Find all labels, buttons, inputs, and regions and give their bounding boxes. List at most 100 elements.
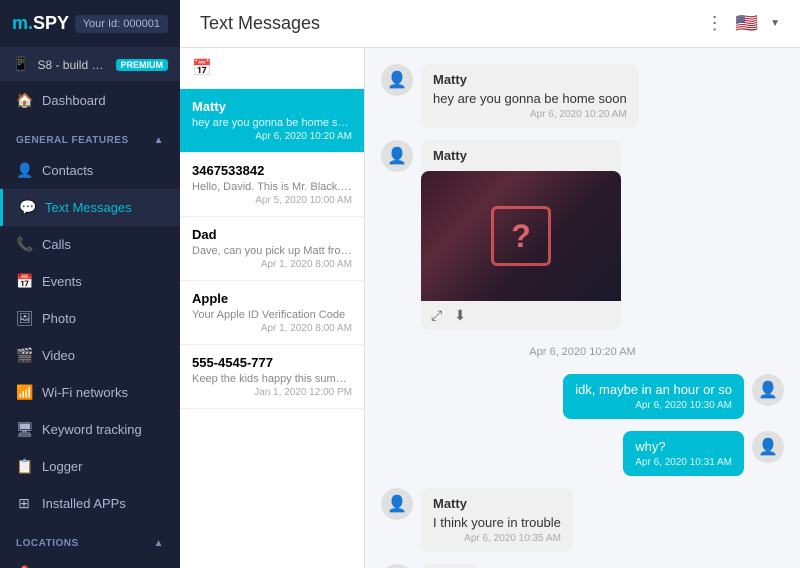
- bubble-container: Matty I think youre in trouble Apr 6, 20…: [421, 488, 573, 552]
- calendar-bar: 📅: [180, 48, 364, 89]
- avatar: 👤: [381, 140, 413, 172]
- bubble-container: idk, maybe in an hour or so Apr 6, 2020 …: [563, 374, 744, 419]
- logo-text: m.SPY: [12, 13, 69, 34]
- conv-preview: Dave, can you pick up Matt from schoo...: [192, 245, 352, 257]
- section-general-features: GENERAL FEATURES ▲: [0, 125, 180, 152]
- dashboard-icon: 🏠: [16, 92, 32, 109]
- content-area: 📅 Matty hey are you gonna be home soon A…: [180, 48, 800, 568]
- device-label: S8 - build 13 - 5...: [37, 58, 107, 72]
- bubble-time: Apr 6, 2020 10:35 AM: [433, 533, 561, 544]
- image-placeholder: ?: [421, 171, 621, 301]
- message-bubble: Matty I think youre in trouble Apr 6, 20…: [421, 488, 573, 552]
- message-list: 📅 Matty hey are you gonna be home soon A…: [180, 48, 365, 568]
- bubble-container: Matty hey are you gonna be home soon Apr…: [421, 64, 639, 128]
- bubble-sender: Matty: [433, 72, 627, 87]
- bubble-time: Apr 6, 2020 10:30 AM: [575, 400, 732, 411]
- sidebar-item-video[interactable]: 🎬 Video: [0, 337, 180, 374]
- conversation-item-dad[interactable]: Dad Dave, can you pick up Matt from scho…: [180, 217, 364, 281]
- device-bar: 📱 S8 - build 13 - 5... PREMIUM: [0, 48, 180, 82]
- chat-message-received-2: 👤 Matty ? ⤢ ⬇: [381, 140, 621, 330]
- conversation-item-apple[interactable]: Apple Your Apple ID Verification Code Ap…: [180, 281, 364, 345]
- conv-preview: hey are you gonna be home soon: [192, 117, 352, 129]
- message-bubble: why? Apr 6, 2020 10:31 AM: [623, 431, 744, 476]
- sidebar-item-gps[interactable]: 📍 GPS Locations: [0, 555, 180, 568]
- contacts-label: Contacts: [42, 163, 93, 178]
- bubble-sender: Matty: [421, 140, 621, 167]
- chat-message-received-1: 👤 Matty hey are you gonna be home soon A…: [381, 64, 639, 128]
- general-features-label: GENERAL FEATURES: [16, 135, 129, 146]
- bubble-time: Apr 6, 2020 10:20 AM: [433, 109, 627, 120]
- events-label: Events: [42, 274, 82, 289]
- bubble-container: Matty ? ⤢ ⬇: [421, 140, 621, 330]
- dropdown-icon[interactable]: ▼: [770, 18, 780, 29]
- image-actions: ⤢ ⬇: [421, 301, 621, 330]
- sidebar-item-keyword[interactable]: 🖥 Keyword tracking: [0, 411, 180, 448]
- logo: m.SPY: [12, 13, 69, 34]
- logger-label: Logger: [42, 459, 82, 474]
- message-bubble: Matty hey are you gonna be home soon Apr…: [421, 64, 639, 128]
- conv-preview: Keep the kids happy this summer with ...: [192, 373, 352, 385]
- bubble-text: I think youre in trouble: [433, 515, 561, 530]
- photo-icon: 🖼: [16, 310, 32, 327]
- page-title: Text Messages: [200, 13, 320, 34]
- chat-message-sent-2: 👤 why? Apr 6, 2020 10:31 AM: [623, 431, 784, 476]
- conv-sender: Apple: [192, 291, 352, 306]
- sidebar-item-installed-apps[interactable]: ⊞ Installed APPs: [0, 485, 180, 522]
- wifi-icon: 📶: [16, 384, 32, 401]
- avatar: 👤: [381, 488, 413, 520]
- collapse-icon: ▲: [154, 135, 164, 146]
- sidebar-item-calls[interactable]: 📞 Calls: [0, 226, 180, 263]
- bubble-text: hey are you gonna be home soon: [433, 91, 627, 106]
- conv-timestamp: Apr 5, 2020 10:00 AM: [192, 195, 352, 206]
- conv-timestamp: Apr 1, 2020 8:00 AM: [192, 259, 352, 270]
- text-messages-label: Text Messages: [45, 200, 132, 215]
- locations-label: LOCATIONS: [16, 538, 79, 549]
- chat-message-received-4: 👤 Matty: [381, 564, 479, 568]
- sidebar-nav: 🏠 Dashboard GENERAL FEATURES ▲ 👤 Contact…: [0, 82, 180, 568]
- more-options-icon[interactable]: ⋮: [706, 13, 724, 34]
- conv-preview: Hello, David. This is Mr. Black. I've no…: [192, 181, 352, 193]
- sidebar: m.SPY Your Id: 000001 📱 S8 - build 13 - …: [0, 0, 180, 568]
- keyword-icon: 🖥: [16, 421, 32, 438]
- bubble-text: why?: [635, 439, 732, 454]
- contacts-icon: 👤: [16, 162, 32, 179]
- flag-icon: 🇺🇸: [736, 13, 758, 34]
- bubble-sender: Matty: [433, 496, 561, 511]
- message-bubble: idk, maybe in an hour or so Apr 6, 2020 …: [563, 374, 744, 419]
- message-bubble: Matty ? ⤢ ⬇: [421, 140, 621, 330]
- sidebar-item-text-messages[interactable]: 💬 Text Messages: [0, 189, 180, 226]
- topbar: Text Messages ⋮ 🇺🇸 ▼: [180, 0, 800, 48]
- dashboard-label: Dashboard: [42, 93, 106, 108]
- calls-label: Calls: [42, 237, 71, 252]
- sidebar-item-wifi[interactable]: 📶 Wi-Fi networks: [0, 374, 180, 411]
- expand-icon[interactable]: ⤢: [431, 307, 442, 324]
- sidebar-header: m.SPY Your Id: 000001: [0, 0, 180, 48]
- conversation-item-3467533842[interactable]: 3467533842 Hello, David. This is Mr. Bla…: [180, 153, 364, 217]
- photo-label: Photo: [42, 311, 76, 326]
- calendar-icon[interactable]: 📅: [192, 60, 212, 77]
- time-divider: Apr 6, 2020 10:20 AM: [381, 346, 784, 358]
- locations-collapse-icon: ▲: [154, 538, 164, 549]
- sidebar-item-dashboard[interactable]: 🏠 Dashboard: [0, 82, 180, 119]
- user-id: Your Id: 000001: [75, 15, 168, 33]
- conv-preview: Your Apple ID Verification Code: [192, 309, 352, 321]
- bubble-container: why? Apr 6, 2020 10:31 AM: [623, 431, 744, 476]
- avatar: 👤: [752, 374, 784, 406]
- sidebar-item-contacts[interactable]: 👤 Contacts: [0, 152, 180, 189]
- calls-icon: 📞: [16, 236, 32, 253]
- device-icon: 📱: [12, 56, 29, 73]
- bubble-container: Matty: [421, 564, 479, 568]
- chat-message-sent-1: 👤 idk, maybe in an hour or so Apr 6, 202…: [563, 374, 784, 419]
- download-icon[interactable]: ⬇: [454, 307, 466, 324]
- main-content: Text Messages ⋮ 🇺🇸 ▼ 📅 Matty hey are you…: [180, 0, 800, 568]
- conv-timestamp: Jan 1, 2020 12:00 PM: [192, 387, 352, 398]
- conversation-item-matty[interactable]: Matty hey are you gonna be home soon Apr…: [180, 89, 364, 153]
- sidebar-item-logger[interactable]: 📋 Logger: [0, 448, 180, 485]
- installed-apps-icon: ⊞: [16, 495, 32, 512]
- wifi-label: Wi-Fi networks: [42, 385, 128, 400]
- sidebar-item-photo[interactable]: 🖼 Photo: [0, 300, 180, 337]
- sidebar-item-events[interactable]: 📅 Events: [0, 263, 180, 300]
- conversation-item-555[interactable]: 555-4545-777 Keep the kids happy this su…: [180, 345, 364, 409]
- video-label: Video: [42, 348, 75, 363]
- avatar: 👤: [381, 564, 413, 568]
